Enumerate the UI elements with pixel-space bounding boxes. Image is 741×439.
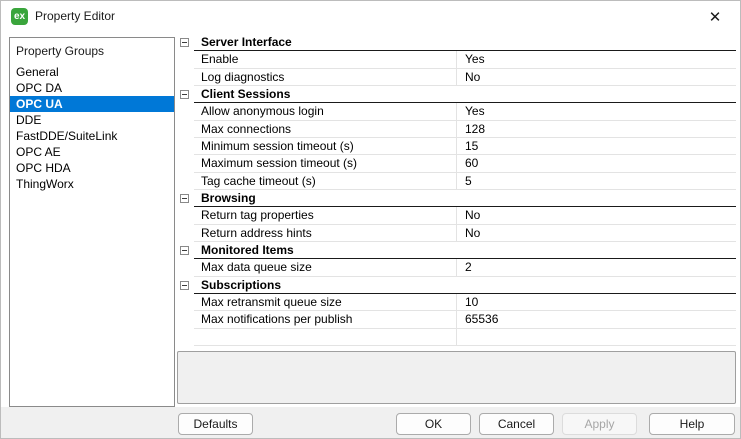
property-value[interactable]: 60 <box>457 155 736 171</box>
property-value[interactable]: No <box>457 225 736 241</box>
property-value[interactable]: Yes <box>457 51 736 67</box>
property-name: Minimum session timeout (s) <box>194 137 457 155</box>
property-value[interactable]: 15 <box>457 138 736 154</box>
row-gutter <box>177 51 194 68</box>
collapse-minus-icon[interactable] <box>180 193 189 203</box>
row-gutter <box>177 103 194 120</box>
property-name: Log diagnostics <box>194 68 457 85</box>
apply-button: Apply <box>562 413 637 435</box>
property-editor-dialog: ex Property Editor ✕ Property Groups Gen… <box>0 0 741 439</box>
property-value[interactable]: 128 <box>457 121 736 137</box>
property-groups-panel: Property Groups General OPC DA OPC UA DDE Fa… <box>9 37 175 407</box>
group-label: Subscriptions <box>201 277 282 292</box>
help-button[interactable]: Help <box>649 413 735 435</box>
row-gutter <box>177 190 194 207</box>
group-label: Browsing <box>201 190 256 205</box>
row-gutter <box>177 86 194 103</box>
property-name: Enable <box>194 51 457 68</box>
row-gutter <box>177 207 194 224</box>
row-gutter <box>177 34 194 51</box>
row-gutter <box>177 69 194 86</box>
property-grid: Server Interface Enable Yes Log diagnostics… <box>177 34 736 346</box>
property-name: Maximum session timeout (s) <box>194 155 457 172</box>
description-panel <box>177 351 736 404</box>
property-row-maximum-session-timeout-s[interactable]: Maximum session timeout (s) 60 <box>177 155 736 173</box>
property-row-max-retransmit-queue-size[interactable]: Max retransmit queue size 10 <box>177 293 736 312</box>
sidebar-item-general[interactable]: General <box>10 64 174 80</box>
titlebar: ex Property Editor ✕ <box>1 1 740 31</box>
property-row-log-diagnostics[interactable]: Log diagnostics No <box>177 68 736 86</box>
property-name: Return tag properties <box>194 207 457 224</box>
collapse-minus-icon[interactable] <box>180 89 189 99</box>
property-row-enable[interactable]: Enable Yes <box>177 51 736 69</box>
property-row-tag-cache-timeout-s[interactable]: Tag cache timeout (s) 5 <box>177 172 736 190</box>
property-value[interactable]: Yes <box>457 103 736 119</box>
property-value[interactable]: 10 <box>457 294 736 310</box>
row-gutter <box>177 155 194 172</box>
close-button[interactable]: ✕ <box>700 4 730 29</box>
close-icon: ✕ <box>708 8 722 26</box>
row-gutter <box>177 121 194 138</box>
property-row-minimum-session-timeout-s[interactable]: Minimum session timeout (s) 15 <box>177 137 736 156</box>
property-row-max-notifications-per-publish[interactable]: Max notifications per publish 65536 <box>177 311 736 329</box>
group-row-server-interface: Server Interface <box>177 34 736 52</box>
app-icon: ex <box>11 8 28 25</box>
property-name: Return address hints <box>194 224 457 241</box>
app-icon-text: ex <box>13 11 26 22</box>
sidebar-item-opc-ae[interactable]: OPC AE <box>10 144 174 160</box>
group-row-subscriptions: Subscriptions <box>177 277 736 294</box>
sidebar-item-opc-da[interactable]: OPC DA <box>10 80 174 96</box>
row-gutter <box>177 294 194 311</box>
group-label: Monitored Items <box>201 242 294 257</box>
cancel-button[interactable]: Cancel <box>479 413 554 435</box>
sidebar-header: Property Groups <box>16 44 105 58</box>
group-label: Server Interface <box>201 35 292 49</box>
empty-name-cell <box>194 328 457 345</box>
group-row-monitored-items: Monitored Items <box>177 242 736 260</box>
property-row-return-tag-properties[interactable]: Return tag properties No <box>177 207 736 225</box>
empty-row <box>177 328 736 346</box>
row-gutter <box>177 242 194 259</box>
row-gutter <box>177 329 194 346</box>
property-row-max-connections[interactable]: Max connections 128 <box>177 120 736 138</box>
sidebar-item-opc-hda[interactable]: OPC HDA <box>10 160 174 176</box>
property-name: Allow anonymous login <box>194 103 457 120</box>
property-row-allow-anonymous-login[interactable]: Allow anonymous login Yes <box>177 103 736 121</box>
group-label: Client Sessions <box>201 86 291 101</box>
group-row-client-sessions: Client Sessions <box>177 86 736 104</box>
property-name: Max connections <box>194 120 457 137</box>
property-value[interactable]: 2 <box>457 259 736 275</box>
property-row-max-data-queue-size[interactable]: Max data queue size 2 <box>177 259 736 277</box>
property-name: Max notifications per publish <box>194 311 457 328</box>
sidebar-list: General OPC DA OPC UA DDE FastDDE/SuiteLink O… <box>10 64 174 192</box>
sidebar-item-opc-ua[interactable]: OPC UA <box>10 96 174 112</box>
property-value[interactable]: 5 <box>457 173 736 189</box>
row-gutter <box>177 259 194 276</box>
defaults-button[interactable]: Defaults <box>178 413 253 435</box>
row-gutter <box>177 311 194 328</box>
collapse-minus-icon[interactable] <box>180 38 189 47</box>
row-gutter <box>177 277 194 294</box>
row-gutter <box>177 173 194 190</box>
button-bar: Defaults OK Cancel Apply Help <box>1 407 740 438</box>
empty-value-cell <box>457 329 736 345</box>
row-gutter <box>177 225 194 242</box>
property-name: Max retransmit queue size <box>194 293 457 311</box>
sidebar-item-dde[interactable]: DDE <box>10 112 174 128</box>
property-name: Max data queue size <box>194 259 457 276</box>
property-value[interactable]: No <box>457 207 736 223</box>
property-name: Tag cache timeout (s) <box>194 172 457 189</box>
sidebar-item-fastdde-suitelink[interactable]: FastDDE/SuiteLink <box>10 128 174 144</box>
sidebar-item-thingworx[interactable]: ThingWorx <box>10 176 174 192</box>
property-row-return-address-hints[interactable]: Return address hints No <box>177 224 736 242</box>
property-value[interactable]: 65536 <box>457 311 736 327</box>
group-row-browsing: Browsing <box>177 190 736 208</box>
collapse-minus-icon[interactable] <box>180 280 189 290</box>
ok-button[interactable]: OK <box>396 413 471 435</box>
collapse-minus-icon[interactable] <box>180 245 189 255</box>
window-title: Property Editor <box>35 9 116 23</box>
row-gutter <box>177 138 194 155</box>
property-value[interactable]: No <box>457 69 736 85</box>
